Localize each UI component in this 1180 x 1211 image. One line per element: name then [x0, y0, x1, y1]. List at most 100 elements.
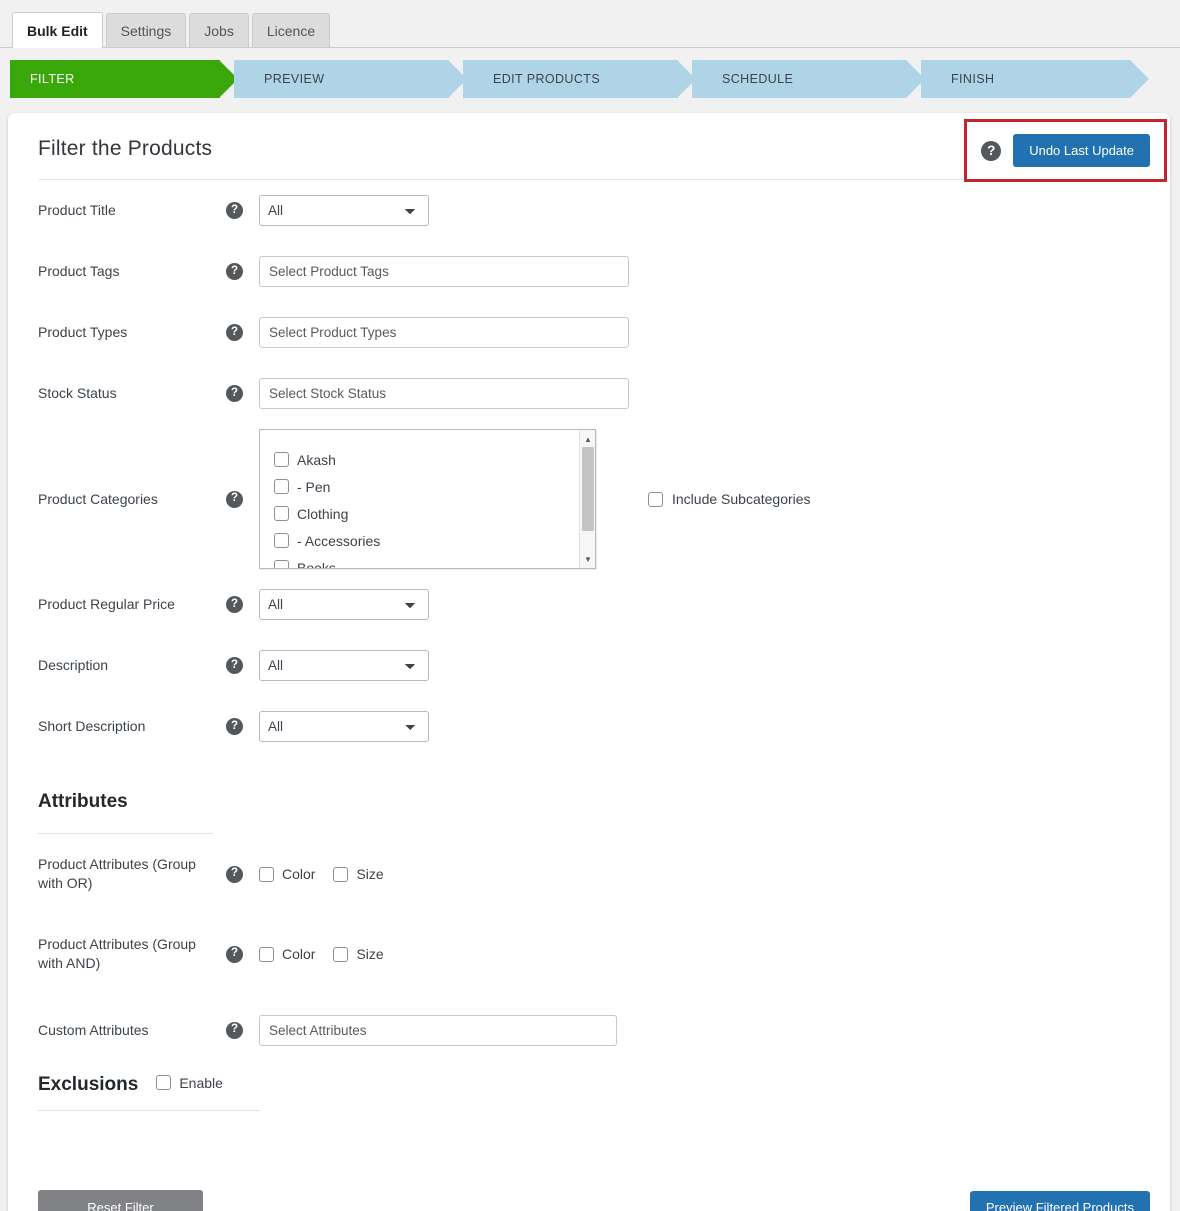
help-icon-short-description[interactable]: ? — [226, 718, 243, 735]
panel-footer: Reset Filter Preview Filtered Products — [8, 1177, 1170, 1211]
include-subcategories-label: Include Subcategories — [672, 491, 811, 507]
scroll-up-arrow-icon[interactable]: ▲ — [580, 432, 595, 446]
tab-settings-label: Settings — [120, 22, 172, 39]
step-edit-products[interactable]: EDIT PRODUCTS — [463, 60, 696, 98]
row-product-categories: Product Categories ? Akash - Pen Clothin… — [38, 424, 1140, 574]
reset-filter-button[interactable]: Reset Filter — [38, 1190, 203, 1211]
help-icon-attributes-group-or[interactable]: ? — [226, 865, 243, 883]
label-attributes-group-and: Product Attributes (Group with AND) — [38, 936, 196, 971]
custom-attributes-input[interactable] — [259, 1014, 617, 1046]
checkbox-category-accessories[interactable] — [274, 533, 289, 548]
checkbox-include-subcategories[interactable] — [648, 491, 663, 507]
exclusions-section: Exclusions Enable — [8, 1074, 1170, 1096]
attribute-and-size-option[interactable]: Size — [333, 946, 384, 962]
category-label-accessories: - Accessories — [297, 532, 381, 549]
attribute-and-color-label: Color — [282, 946, 316, 962]
checkbox-category-books[interactable] — [274, 560, 289, 568]
checkbox-category-akash[interactable] — [274, 452, 289, 467]
help-icon-description[interactable]: ? — [226, 657, 243, 674]
description-select[interactable]: All — [259, 650, 429, 681]
stock-status-input[interactable] — [259, 378, 629, 409]
help-icon-product-title[interactable]: ? — [226, 202, 243, 219]
tab-licence-label: Licence — [266, 22, 316, 39]
row-short-description: Short Description ? All — [38, 696, 1140, 757]
attributes-section: Attributes — [8, 757, 1170, 834]
help-icon-undo[interactable]: ? — [981, 140, 1002, 161]
product-types-input[interactable] — [259, 317, 629, 348]
label-stock-status: Stock Status — [38, 385, 117, 402]
exclusions-enable-option[interactable]: Enable — [156, 1075, 223, 1091]
step-filter-label: FILTER — [30, 72, 75, 86]
row-custom-attributes: Custom Attributes ? — [38, 994, 1140, 1066]
category-label-pen: - Pen — [297, 478, 331, 495]
step-finish-label: FINISH — [951, 72, 995, 86]
help-icon-product-types[interactable]: ? — [226, 324, 243, 341]
checkbox-category-clothing[interactable] — [274, 506, 289, 521]
category-item-pen[interactable]: - Pen — [274, 473, 595, 500]
step-preview-label: PREVIEW — [264, 72, 325, 86]
attributes-heading: Attributes — [38, 791, 128, 812]
tab-jobs[interactable]: Jobs — [189, 13, 249, 47]
row-stock-status: Stock Status ? — [38, 363, 1140, 424]
label-product-tags: Product Tags — [38, 263, 120, 280]
step-edit-products-label: EDIT PRODUCTS — [493, 72, 601, 86]
tab-settings[interactable]: Settings — [105, 13, 187, 47]
category-label-books: Books — [297, 559, 336, 569]
tab-bulk-edit-label: Bulk Edit — [27, 22, 88, 39]
attribute-or-size-option[interactable]: Size — [333, 866, 384, 882]
label-short-description: Short Description — [38, 718, 146, 735]
step-preview[interactable]: PREVIEW — [234, 60, 467, 98]
checkbox-exclusions-enable[interactable] — [156, 1075, 172, 1090]
tab-bulk-edit[interactable]: Bulk Edit — [12, 12, 103, 48]
category-item-akash[interactable]: Akash — [274, 446, 595, 473]
tab-licence[interactable]: Licence — [251, 13, 331, 47]
help-icon-stock-status[interactable]: ? — [226, 385, 243, 402]
help-icon-product-regular-price[interactable]: ? — [226, 596, 243, 613]
product-regular-price-select[interactable]: All — [259, 589, 429, 620]
step-finish[interactable]: FINISH — [921, 60, 1149, 98]
panel-header: Filter the Products ? Undo Last Update — [8, 113, 1170, 182]
checkbox-attribute-or-size[interactable] — [333, 866, 349, 882]
attribute-or-color-option[interactable]: Color — [259, 866, 315, 882]
label-custom-attributes: Custom Attributes — [38, 1021, 149, 1038]
exclusions-divider — [38, 1110, 260, 1111]
step-filter[interactable]: FILTER — [10, 60, 238, 98]
filter-panel: Filter the Products ? Undo Last Update P… — [8, 113, 1170, 1211]
undo-last-update-button[interactable]: Undo Last Update — [1013, 134, 1150, 167]
step-schedule[interactable]: SCHEDULE — [692, 60, 925, 98]
help-icon-product-tags[interactable]: ? — [226, 263, 243, 280]
attributes-form: Product Attributes (Group with OR) ? Col… — [8, 834, 1170, 1066]
product-tags-input[interactable] — [259, 256, 629, 287]
help-icon-custom-attributes[interactable]: ? — [226, 1021, 243, 1039]
category-item-clothing[interactable]: Clothing — [274, 500, 595, 527]
include-subcategories-option[interactable]: Include Subcategories — [648, 491, 811, 507]
product-title-select[interactable]: All — [259, 195, 429, 226]
preview-filtered-products-button[interactable]: Preview Filtered Products — [969, 1191, 1150, 1211]
short-description-select[interactable]: All — [259, 711, 429, 742]
help-icon-attributes-group-and[interactable]: ? — [226, 945, 243, 963]
checkbox-attribute-or-color[interactable] — [259, 866, 274, 882]
scroll-down-arrow-icon[interactable]: ▼ — [580, 552, 595, 566]
row-attributes-group-or: Product Attributes (Group with OR) ? Col… — [38, 834, 1140, 914]
categories-scrollbar[interactable]: ▲ ▼ — [579, 430, 595, 568]
checkbox-category-pen[interactable] — [274, 479, 289, 494]
category-item-books[interactable]: Books — [274, 554, 595, 569]
label-product-types: Product Types — [38, 324, 128, 341]
scrollbar-thumb[interactable] — [582, 447, 594, 531]
label-product-regular-price: Product Regular Price — [38, 596, 175, 613]
exclusions-heading: Exclusions — [38, 1074, 139, 1095]
exclusions-enable-label: Enable — [179, 1074, 223, 1091]
attribute-and-color-option[interactable]: Color — [259, 946, 315, 962]
help-icon-product-categories[interactable]: ? — [226, 490, 243, 508]
row-description: Description ? All — [38, 635, 1140, 696]
label-product-categories: Product Categories — [38, 490, 158, 507]
tab-strip: Bulk Edit Settings Jobs Licence — [0, 0, 1180, 48]
undo-highlight-region: ? Undo Last Update — [964, 119, 1167, 182]
attribute-or-color-label: Color — [282, 866, 316, 882]
checkbox-attribute-and-color[interactable] — [259, 946, 274, 962]
product-categories-listbox[interactable]: Akash - Pen Clothing - Accessories Books… — [259, 429, 596, 569]
checkbox-attribute-and-size[interactable] — [333, 946, 349, 962]
category-item-accessories[interactable]: - Accessories — [274, 527, 595, 554]
step-schedule-label: SCHEDULE — [722, 72, 794, 86]
attribute-and-size-label: Size — [356, 946, 384, 962]
